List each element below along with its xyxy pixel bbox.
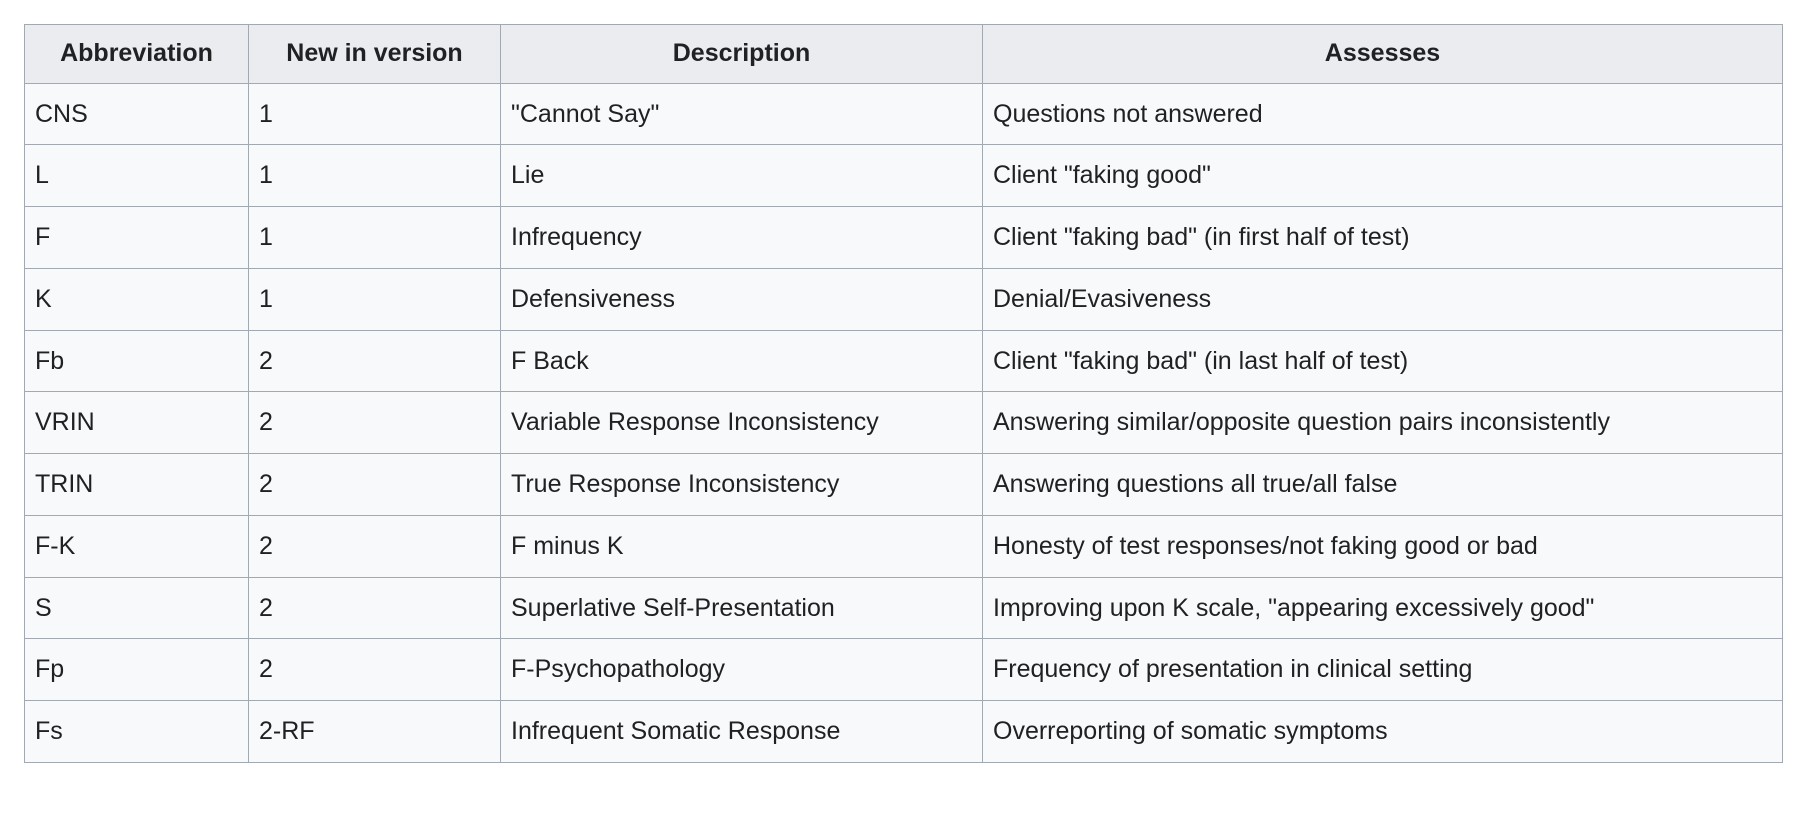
validity-scales-table: Abbreviation New in version Description … xyxy=(24,24,1783,763)
cell-description: "Cannot Say" xyxy=(500,82,983,146)
cell-abbreviation: Fs xyxy=(24,700,249,763)
cell-version: 2 xyxy=(248,391,501,454)
table-body: CNS 1 "Cannot Say" Questions not answere… xyxy=(24,82,1783,763)
cell-version: 2 xyxy=(248,638,501,701)
cell-assesses: Questions not answered xyxy=(982,82,1783,146)
cell-version: 2 xyxy=(248,329,501,393)
table-row: F-K 2 F minus K Honesty of test response… xyxy=(24,514,1783,578)
cell-description: True Response Inconsistency xyxy=(500,453,983,516)
cell-version: 1 xyxy=(248,144,501,207)
table-row: S 2 Superlative Self-Presentation Improv… xyxy=(24,576,1783,640)
table-row: L 1 Lie Client "faking good" xyxy=(24,144,1783,207)
cell-assesses: Client "faking bad" (in last half of tes… xyxy=(982,329,1783,393)
cell-version: 1 xyxy=(248,206,501,269)
table-header: Abbreviation New in version Description … xyxy=(24,24,1783,84)
table-row: F 1 Infrequency Client "faking bad" (in … xyxy=(24,206,1783,269)
page-root: Abbreviation New in version Description … xyxy=(0,0,1800,815)
cell-description: F-Psychopathology xyxy=(500,638,983,701)
cell-abbreviation: CNS xyxy=(24,82,249,146)
cell-description: Variable Response Inconsistency xyxy=(500,391,983,454)
cell-assesses: Answering questions all true/all false xyxy=(982,453,1783,516)
cell-abbreviation: K xyxy=(24,267,249,331)
cell-version: 1 xyxy=(248,82,501,146)
cell-abbreviation: Fb xyxy=(24,329,249,393)
cell-description: Defensiveness xyxy=(500,267,983,331)
cell-assesses: Answering similar/opposite question pair… xyxy=(982,391,1783,454)
column-header-new-in-version[interactable]: New in version xyxy=(248,24,501,84)
table-row: TRIN 2 True Response Inconsistency Answe… xyxy=(24,453,1783,516)
cell-description: Lie xyxy=(500,144,983,207)
table-row: K 1 Defensiveness Denial/Evasiveness xyxy=(24,267,1783,331)
column-header-abbreviation[interactable]: Abbreviation xyxy=(24,24,249,84)
cell-assesses: Client "faking bad" (in first half of te… xyxy=(982,206,1783,269)
table-row: Fp 2 F-Psychopathology Frequency of pres… xyxy=(24,638,1783,701)
cell-abbreviation: VRIN xyxy=(24,391,249,454)
cell-description: F minus K xyxy=(500,514,983,578)
cell-abbreviation: TRIN xyxy=(24,453,249,516)
cell-description: Infrequency xyxy=(500,206,983,269)
cell-abbreviation: F xyxy=(24,206,249,269)
cell-abbreviation: S xyxy=(24,576,249,640)
cell-assesses: Overreporting of somatic symptoms xyxy=(982,700,1783,763)
cell-version: 2 xyxy=(248,576,501,640)
table-row: Fb 2 F Back Client "faking bad" (in last… xyxy=(24,329,1783,393)
cell-description: Superlative Self-Presentation xyxy=(500,576,983,640)
cell-abbreviation: F-K xyxy=(24,514,249,578)
cell-version: 1 xyxy=(248,267,501,331)
cell-abbreviation: L xyxy=(24,144,249,207)
table-row: VRIN 2 Variable Response Inconsistency A… xyxy=(24,391,1783,454)
cell-assesses: Denial/Evasiveness xyxy=(982,267,1783,331)
cell-version: 2-RF xyxy=(248,700,501,763)
table-header-row: Abbreviation New in version Description … xyxy=(24,24,1783,84)
cell-version: 2 xyxy=(248,514,501,578)
cell-abbreviation: Fp xyxy=(24,638,249,701)
cell-description: Infrequent Somatic Response xyxy=(500,700,983,763)
table-row: CNS 1 "Cannot Say" Questions not answere… xyxy=(24,82,1783,146)
table-row: Fs 2-RF Infrequent Somatic Response Over… xyxy=(24,700,1783,763)
cell-assesses: Frequency of presentation in clinical se… xyxy=(982,638,1783,701)
column-header-description[interactable]: Description xyxy=(500,24,983,84)
table-container: Abbreviation New in version Description … xyxy=(24,24,1783,763)
cell-assesses: Client "faking good" xyxy=(982,144,1783,207)
cell-description: F Back xyxy=(500,329,983,393)
cell-version: 2 xyxy=(248,453,501,516)
cell-assesses: Improving upon K scale, "appearing exces… xyxy=(982,576,1783,640)
column-header-assesses[interactable]: Assesses xyxy=(982,24,1783,84)
cell-assesses: Honesty of test responses/not faking goo… xyxy=(982,514,1783,578)
